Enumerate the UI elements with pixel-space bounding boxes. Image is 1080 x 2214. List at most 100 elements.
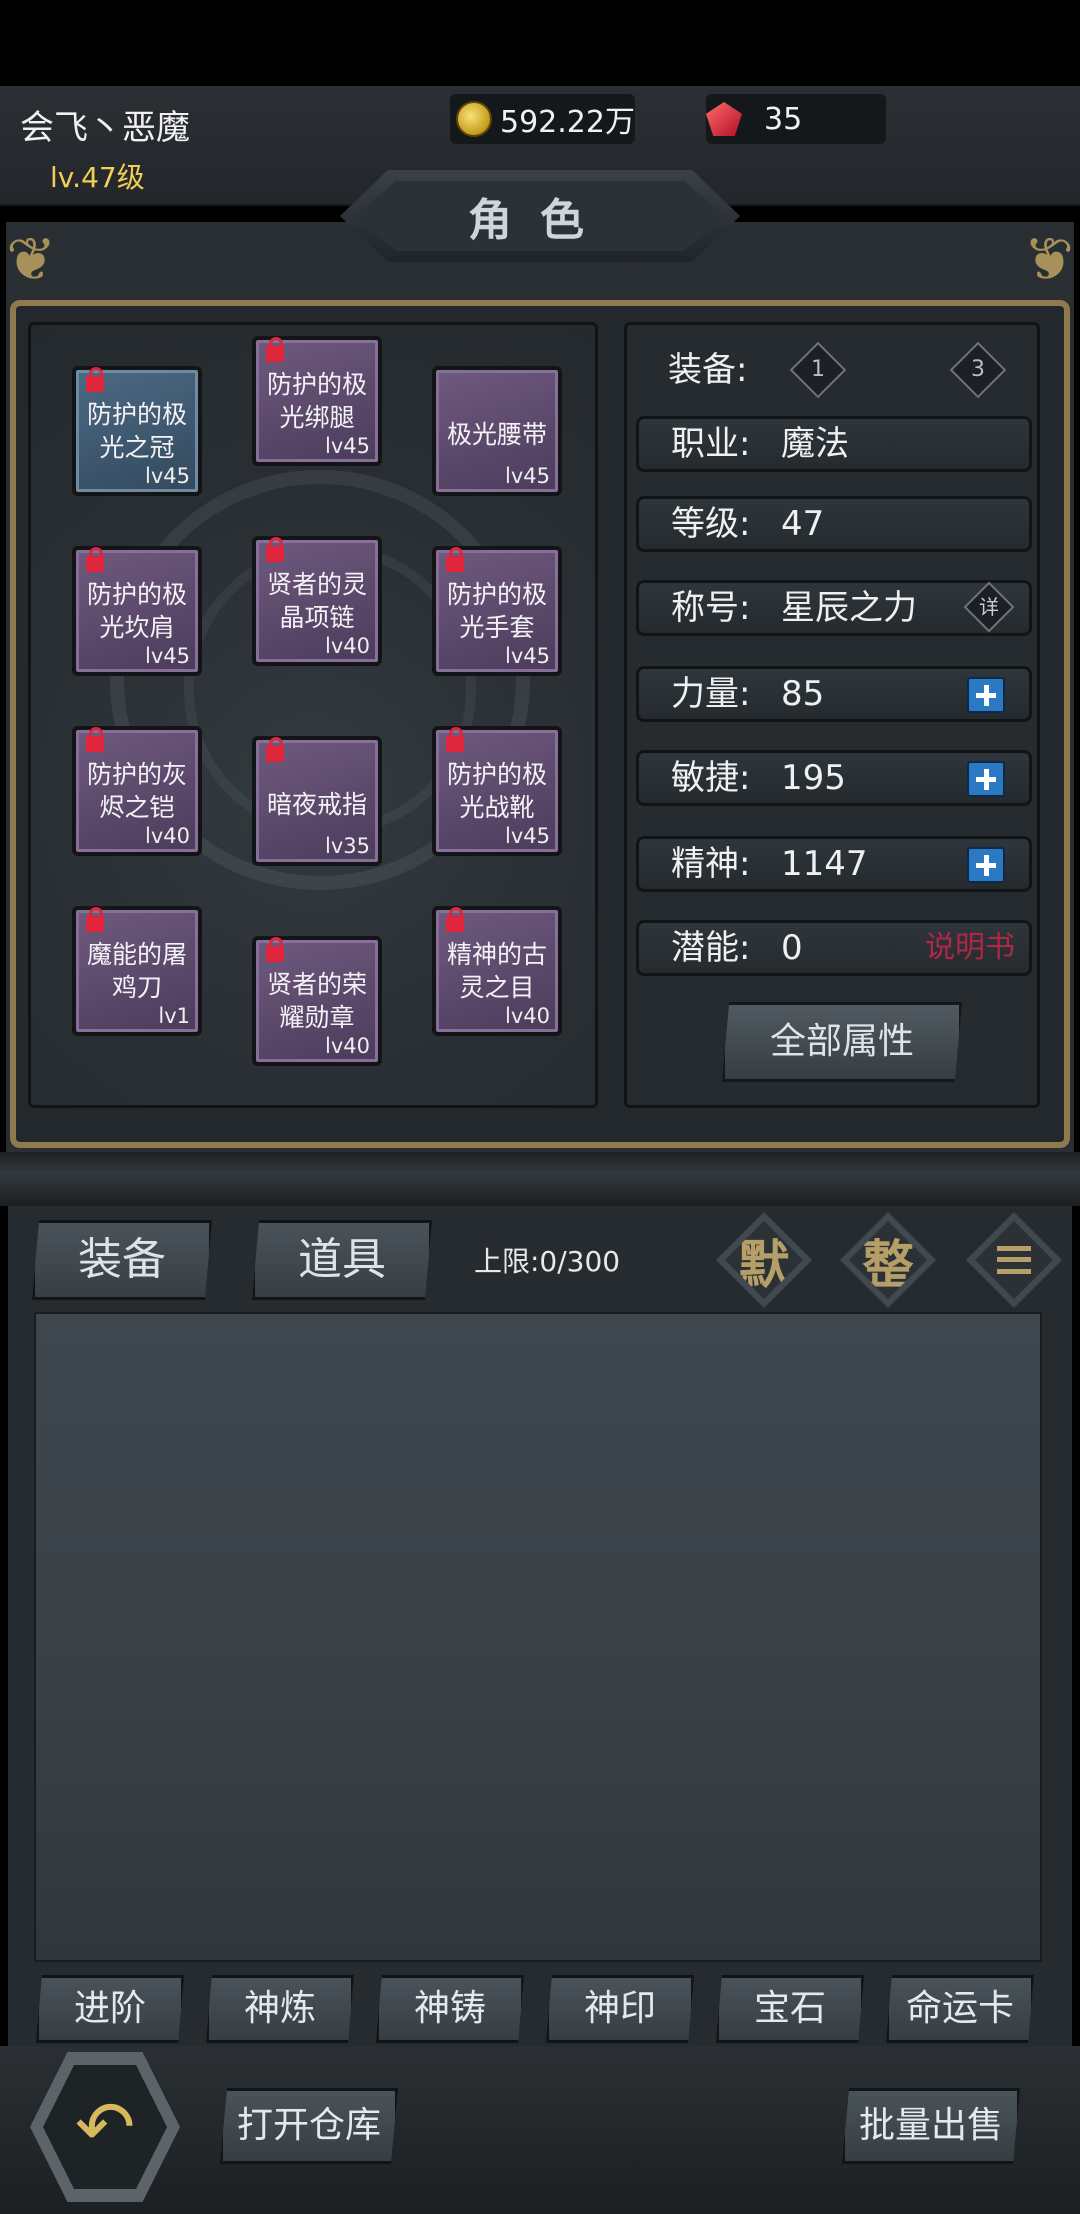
stat-row-spirit: 精神: 1147 <box>636 836 1032 892</box>
level-value: 47 <box>781 504 825 544</box>
equip-level: lv35 <box>325 834 370 858</box>
spirit-value: 1147 <box>781 844 868 884</box>
bulk-sell-button[interactable]: 批量出售 <box>842 2088 1020 2164</box>
open-warehouse-button[interactable]: 打开仓库 <box>220 2088 398 2164</box>
ornament-left: ❦ <box>6 225 57 295</box>
seal-button[interactable]: 神印 <box>546 1975 694 2043</box>
potential-label: 潜能: <box>671 928 751 968</box>
section-divider <box>0 1152 1080 1206</box>
equip-name: 贤者的灵晶项链 <box>266 570 367 632</box>
player-level: lv.47级 <box>50 161 145 194</box>
equip-level: lv45 <box>505 824 550 848</box>
title-detail-button[interactable]: 详 <box>963 581 1015 633</box>
stat-row-class: 职业: 魔法 <box>636 416 1032 472</box>
lock-icon <box>86 727 104 752</box>
equip-slot[interactable]: 防护的极光战靴 lv45 <box>432 726 562 856</box>
equip-slot[interactable]: 精神的古灵之目 lv40 <box>432 906 562 1036</box>
forge-button[interactable]: 神铸 <box>376 1975 524 2043</box>
title-label: 称号: <box>671 588 751 628</box>
lock-icon <box>86 907 104 932</box>
equip-level: lv40 <box>325 1034 370 1058</box>
equip-level: lv45 <box>505 464 550 488</box>
back-arrow-icon: ↶ <box>43 2065 167 2189</box>
potential-value: 0 <box>781 928 803 968</box>
lock-icon <box>446 907 464 932</box>
equip-name: 贤者的荣耀勋章 <box>266 970 367 1032</box>
equip-slot[interactable]: 防护的极光绑腿 lv45 <box>252 336 382 466</box>
equip-name: 防护的极光战靴 <box>446 760 547 822</box>
equip-level: lv40 <box>325 634 370 658</box>
lock-icon <box>446 727 464 752</box>
lock-icon <box>266 537 284 562</box>
gold-amount: 592.22万 <box>500 105 635 140</box>
red-gem-icon <box>706 102 742 136</box>
equip-slot[interactable]: 贤者的荣耀勋章 lv40 <box>252 936 382 1066</box>
agility-value: 195 <box>781 758 846 798</box>
fate-card-button[interactable]: 命运卡 <box>886 1975 1034 2043</box>
ornament-right: ❦ <box>1023 225 1074 295</box>
lock-icon <box>266 337 284 362</box>
stat-row-potential: 潜能: 0 说明书 <box>636 920 1032 976</box>
equip-level: lv45 <box>505 644 550 668</box>
lock-icon <box>446 547 464 572</box>
spirit-label: 精神: <box>671 844 751 884</box>
gold-display: 592.22万 <box>450 94 635 144</box>
equip-name: 防护的极光坎肩 <box>86 580 187 642</box>
gem-amount: 35 <box>764 101 803 137</box>
class-value: 魔法 <box>781 424 849 464</box>
inventory-grid[interactable] <box>34 1312 1042 1962</box>
advance-button[interactable]: 进阶 <box>36 1975 184 2043</box>
gem-button[interactable]: 宝石 <box>716 1975 864 2043</box>
inventory-capacity: 上限:0/300 <box>474 1245 621 1278</box>
equip-slot[interactable]: 防护的灰烬之铠 lv40 <box>72 726 202 856</box>
equip-slot[interactable]: 贤者的灵晶项链 lv40 <box>252 536 382 666</box>
equip-level: lv1 <box>158 1004 190 1028</box>
equip-level: lv40 <box>145 824 190 848</box>
player-name: 会飞丶恶魔 <box>20 108 190 148</box>
equip-name: 魔能的屠鸡刀 <box>86 940 187 1002</box>
menu-list-icon <box>997 1246 1031 1274</box>
stat-row-strength: 力量: 85 <box>636 666 1032 722</box>
agility-label: 敏捷: <box>671 758 751 798</box>
lock-icon <box>266 937 284 962</box>
lock-icon <box>86 367 104 392</box>
strength-value: 85 <box>781 674 825 714</box>
equip-level: lv40 <box>505 1004 550 1028</box>
equip-level: lv45 <box>145 644 190 668</box>
equip-slot[interactable]: 防护的极光之冠 lv45 <box>72 366 202 496</box>
equip-level: lv45 <box>325 434 370 458</box>
equip-name: 防护的灰烬之铠 <box>86 760 187 822</box>
equip-name: 暗夜戒指 <box>266 790 367 819</box>
all-attributes-button[interactable]: 全部属性 <box>722 1002 962 1082</box>
lock-icon <box>266 737 284 762</box>
equip-slot[interactable]: 防护的极光手套 lv45 <box>432 546 562 676</box>
equip-slot[interactable]: 极光腰带 lv45 <box>432 366 562 496</box>
stat-row-level: 等级: 47 <box>636 496 1032 552</box>
tab-items[interactable]: 道具 <box>252 1220 432 1300</box>
stat-row-agility: 敏捷: 195 <box>636 750 1032 806</box>
agility-plus-icon[interactable] <box>967 761 1005 797</box>
equip-name: 精神的古灵之目 <box>446 940 547 1002</box>
equip-slot[interactable]: 暗夜戒指 lv35 <box>252 736 382 866</box>
spirit-plus-icon[interactable] <box>967 847 1005 883</box>
tab-equipment[interactable]: 装备 <box>32 1220 212 1300</box>
equip-slot[interactable]: 魔能的屠鸡刀 lv1 <box>72 906 202 1036</box>
equip-name: 防护的极光之冠 <box>86 400 187 462</box>
strength-plus-icon[interactable] <box>967 677 1005 713</box>
manual-link[interactable]: 说明书 <box>925 923 1015 973</box>
strength-label: 力量: <box>671 674 751 714</box>
page-title: 角色 <box>355 181 725 251</box>
equip-name: 防护的极光手套 <box>446 580 547 642</box>
equip-level: lv45 <box>145 464 190 488</box>
title-banner: 角色 <box>340 170 740 262</box>
lock-icon <box>86 547 104 572</box>
gold-coin-icon <box>456 101 492 137</box>
status-bar <box>0 0 1080 86</box>
equip-name: 防护的极光绑腿 <box>266 370 367 432</box>
equip-name: 极光腰带 <box>446 420 547 449</box>
level-label: 等级: <box>671 504 751 544</box>
title-value: 星辰之力 <box>781 588 917 628</box>
refine-button[interactable]: 神炼 <box>206 1975 354 2043</box>
class-label: 职业: <box>671 424 751 464</box>
equip-slot[interactable]: 防护的极光坎肩 lv45 <box>72 546 202 676</box>
